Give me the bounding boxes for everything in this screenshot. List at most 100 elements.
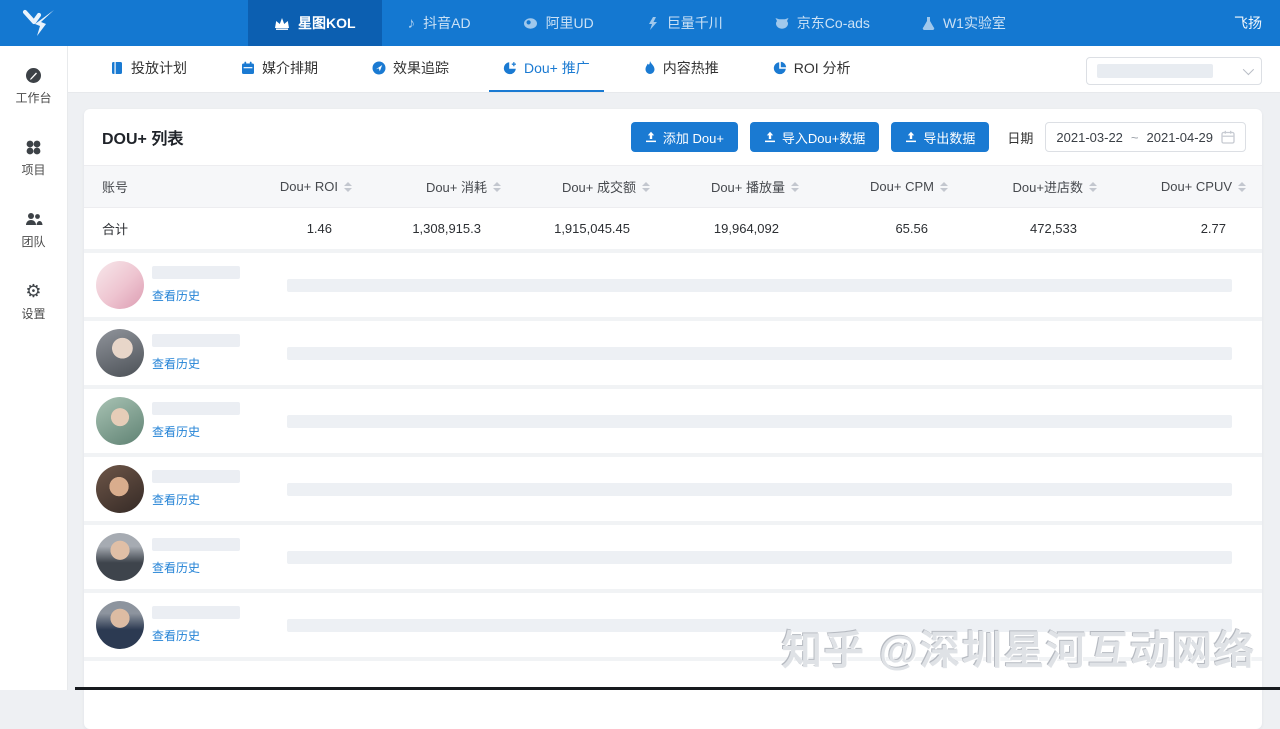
subnav-tab-dou-plus[interactable]: Dou+ 推广: [489, 46, 604, 92]
column-header-spend[interactable]: Dou+ 消耗: [352, 177, 501, 196]
total-gmv: 1,915,045.45: [554, 221, 650, 236]
avatar[interactable]: [96, 329, 144, 377]
sidebar-label: 项目: [21, 161, 45, 178]
total-store-visits: 472,533: [1030, 221, 1097, 236]
sort-icon: [1238, 182, 1246, 192]
subnav-label: 媒介排期: [262, 58, 318, 78]
column-header-store-visits[interactable]: Dou+进店数: [948, 177, 1097, 196]
table-header-row: 账号 Dou+ ROI Dou+ 消耗 Dou+ 成交额 Dou+ 播放量 Do…: [84, 165, 1262, 208]
user-menu[interactable]: 飞扬: [1234, 0, 1262, 46]
subnav-tab-tracking[interactable]: 效果追踪: [358, 46, 463, 92]
tab-juliang-qianchuan[interactable]: 巨量千川: [620, 0, 749, 46]
account-name-cell: 查看历史: [152, 470, 287, 508]
upload-icon: [645, 131, 657, 143]
table-row: 查看历史: [84, 457, 1262, 525]
date-separator: ~: [1131, 130, 1139, 145]
sidebar-item-team[interactable]: 团队: [0, 202, 67, 260]
subnav-label: 投放计划: [131, 58, 187, 78]
dou-plus-panel: DOU+ 列表 添加 Dou+ 导入Dou+数据 导出数据 日期 2021-03…: [84, 109, 1262, 729]
subnav-tab-hot-content[interactable]: 内容热推: [630, 46, 733, 92]
column-header-cpm[interactable]: Dou+ CPM: [799, 179, 948, 194]
export-data-button[interactable]: 导出数据: [891, 122, 989, 152]
table-total-row: 合计 1.46 1,308,915.3 1,915,045.45 19,964,…: [84, 208, 1262, 253]
subnav-tab-plan[interactable]: 投放计划: [96, 46, 201, 92]
redacted-name-bar: [152, 334, 240, 347]
redacted-name-bar: [152, 538, 240, 551]
column-header-views[interactable]: Dou+ 播放量: [650, 177, 799, 196]
subnav-label: ROI 分析: [794, 58, 851, 78]
tab-label: W1实验室: [943, 13, 1006, 33]
add-dou-button[interactable]: 添加 Dou+: [631, 122, 738, 152]
total-roi: 1.46: [307, 221, 352, 236]
sidebar-item-projects[interactable]: 项目: [0, 130, 67, 188]
column-header-gmv[interactable]: Dou+ 成交额: [501, 177, 650, 196]
flame-icon: [644, 61, 656, 75]
account-name-cell: 查看历史: [152, 334, 287, 372]
sidebar-item-settings[interactable]: ⚙ 设置: [0, 274, 67, 332]
subnav-tab-roi[interactable]: ROI 分析: [759, 46, 865, 92]
sort-icon: [791, 182, 799, 192]
chevron-down-icon: [1243, 64, 1254, 75]
sort-icon: [344, 182, 352, 192]
view-history-link[interactable]: 查看历史: [152, 491, 200, 508]
tab-label: 阿里UD: [546, 13, 594, 33]
sort-icon: [1089, 182, 1097, 192]
total-cpuv: 2.77: [1201, 221, 1246, 236]
table-row: 查看历史: [84, 321, 1262, 389]
sidebar-item-workbench[interactable]: 工作台: [0, 58, 67, 116]
table-row: 查看历史: [84, 525, 1262, 593]
sidebar-label: 团队: [21, 233, 45, 250]
redacted-name-bar: [152, 402, 240, 415]
redacted-select-value: [1097, 64, 1213, 78]
view-history-link[interactable]: 查看历史: [152, 423, 200, 440]
total-views: 19,964,092: [714, 221, 799, 236]
table-row: 查看历史: [84, 253, 1262, 321]
sort-icon: [642, 182, 650, 192]
platform-tabs: 星图KOL ♪ 抖音AD 阿里UD 巨量千川 京东Co-ads: [248, 0, 1032, 46]
import-dou-data-button[interactable]: 导入Dou+数据: [750, 122, 879, 152]
tab-w1-lab[interactable]: W1实验室: [896, 0, 1032, 46]
filter-select[interactable]: [1086, 57, 1262, 85]
tab-xingtu-kol[interactable]: 星图KOL: [248, 0, 382, 46]
sidebar-label: 工作台: [15, 89, 51, 106]
crown-icon: [274, 16, 290, 30]
music-note-icon: ♪: [408, 16, 416, 31]
brand-logo-icon: [22, 7, 60, 39]
view-history-link[interactable]: 查看历史: [152, 287, 200, 304]
tab-jd-co-ads[interactable]: 京东Co-ads: [749, 0, 896, 46]
panel-actions: 添加 Dou+ 导入Dou+数据 导出数据 日期 2021-03-22 ~ 20…: [631, 122, 1246, 152]
avatar[interactable]: [96, 397, 144, 445]
column-header-cpuv[interactable]: Dou+ CPUV: [1097, 179, 1246, 194]
top-navigation-bar: 星图KOL ♪ 抖音AD 阿里UD 巨量千川 京东Co-ads: [0, 0, 1280, 46]
subnav-tab-schedule[interactable]: 媒介排期: [227, 46, 332, 92]
avatar[interactable]: [96, 465, 144, 513]
username: 飞扬: [1234, 13, 1262, 33]
flask-icon: [922, 16, 935, 30]
total-cpm: 65.56: [895, 221, 948, 236]
tab-label: 星图KOL: [298, 13, 356, 33]
redacted-data-bar: [287, 279, 1232, 292]
projects-icon: [25, 138, 42, 156]
date-start: 2021-03-22: [1056, 130, 1123, 145]
column-header-roi[interactable]: Dou+ ROI: [252, 179, 352, 194]
account-name-cell: 查看历史: [152, 266, 287, 304]
avatar[interactable]: [96, 601, 144, 649]
team-icon: [25, 210, 43, 228]
calendar-icon: [241, 61, 255, 75]
settings-icon: ⚙: [25, 282, 41, 300]
panel-header: DOU+ 列表 添加 Dou+ 导入Dou+数据 导出数据 日期 2021-03…: [84, 109, 1262, 165]
tab-douyin-ad[interactable]: ♪ 抖音AD: [382, 0, 497, 46]
subnav-label: 效果追踪: [393, 58, 449, 78]
redacted-data-bar: [287, 551, 1232, 564]
date-range-picker[interactable]: 2021-03-22 ~ 2021-04-29: [1045, 122, 1246, 152]
avatar[interactable]: [96, 261, 144, 309]
view-history-link[interactable]: 查看历史: [152, 355, 200, 372]
column-header-account: 账号: [102, 177, 252, 196]
sidebar-label: 设置: [21, 305, 45, 322]
plan-book-icon: [110, 61, 124, 75]
view-history-link[interactable]: 查看历史: [152, 627, 200, 644]
tab-ali-ud[interactable]: 阿里UD: [497, 0, 620, 46]
avatar[interactable]: [96, 533, 144, 581]
subnav-label: Dou+ 推广: [524, 58, 590, 78]
view-history-link[interactable]: 查看历史: [152, 559, 200, 576]
